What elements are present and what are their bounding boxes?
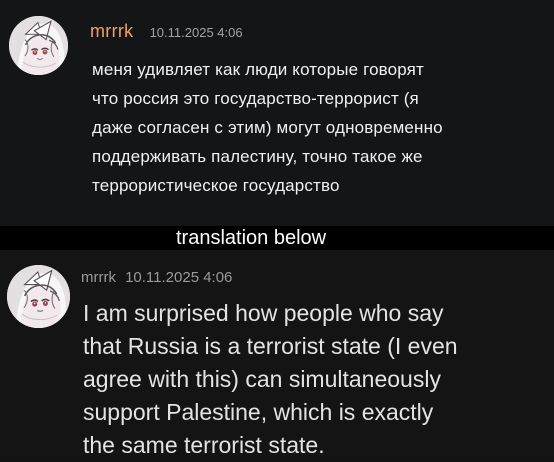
translated-message-line: support Palestine, which is exactly (83, 399, 434, 425)
translated-message-line: the same terrorist state. (83, 432, 325, 458)
translated-timestamp: 10.11.2025 4:06 (125, 269, 233, 286)
original-message-line: террористическое государство (92, 176, 340, 195)
original-username[interactable]: mrrrk (90, 21, 133, 41)
translated-username[interactable]: mrrrk (81, 269, 116, 286)
translated-message-line: that Russia is a terrorist state (I even (83, 333, 458, 359)
translated-message-header: mrrrk 10.11.2025 4:06 (81, 267, 232, 286)
translated-message-body: I am surprised how people who say that R… (83, 297, 549, 462)
original-message-line: меня удивляет как люди которые говорят (92, 60, 424, 79)
original-message-header: mrrrk 10.11.2025 4:06 (90, 21, 243, 42)
original-message-line: поддерживать палестину, точно такое же (92, 147, 423, 166)
translated-message-line: I am surprised how people who say (83, 300, 444, 326)
original-message-line: что россия это государство-террорист (я (92, 89, 419, 108)
original-message-body: меня удивляет как люди которые говорят ч… (92, 55, 548, 200)
translated-message-line: agree with this) can simultaneously (83, 366, 441, 392)
original-message-line: даже согласен с этим) могут одновременно (92, 118, 443, 137)
anime-avatar-icon[interactable] (9, 16, 68, 75)
translation-label: translation below (176, 227, 327, 249)
anime-avatar-icon[interactable] (7, 265, 70, 328)
original-timestamp: 10.11.2025 4:06 (149, 25, 243, 40)
